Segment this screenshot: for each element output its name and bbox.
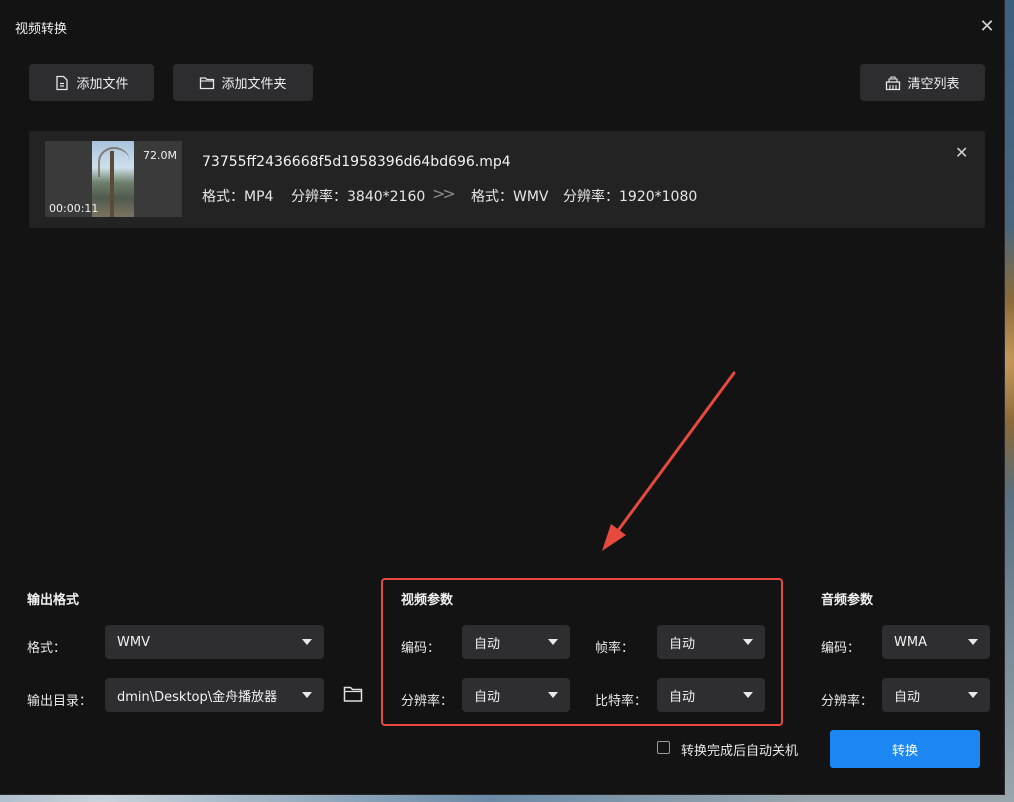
audio-params-header: 音频参数 xyxy=(821,593,874,608)
dropdown-caret-icon xyxy=(968,692,978,698)
video-convert-window: 视频转换 ✕ 添加文件 添加文件夹 清空列表 00:00:11 72.0M 73… xyxy=(0,0,1005,795)
audio-resolution-label: 分辨率： xyxy=(821,694,874,709)
add-file-button[interactable]: 添加文件 xyxy=(29,64,154,101)
output-dir-value: dmin\Desktop\金舟播放器 xyxy=(117,689,278,705)
framerate-value: 自动 xyxy=(669,636,696,652)
output-dir-select[interactable]: dmin\Desktop\金舟播放器 xyxy=(105,678,324,712)
double-chevron-right-icon: >> xyxy=(432,184,456,203)
convert-button[interactable]: 转换 xyxy=(830,730,980,768)
add-file-label: 添加文件 xyxy=(76,77,129,92)
audio-resolution-select[interactable]: 自动 xyxy=(882,678,990,712)
open-folder-icon[interactable] xyxy=(343,685,363,703)
broom-icon xyxy=(886,75,901,90)
dropdown-caret-icon xyxy=(548,692,558,698)
video-resolution-label: 分辨率： xyxy=(401,694,454,709)
audio-codec-label: 编码： xyxy=(821,641,861,656)
format-label: 格式： xyxy=(27,641,67,656)
add-folder-button[interactable]: 添加文件夹 xyxy=(173,64,313,101)
framerate-select[interactable]: 自动 xyxy=(657,625,765,659)
remove-file-icon[interactable]: ✕ xyxy=(955,143,968,162)
file-size: 72.0M xyxy=(143,149,177,162)
video-thumbnail: 00:00:11 72.0M xyxy=(45,141,182,217)
framerate-label: 帧率： xyxy=(595,641,635,656)
output-dir-label: 输出目录： xyxy=(27,694,93,709)
audio-resolution-value: 自动 xyxy=(894,689,921,705)
dropdown-caret-icon xyxy=(743,639,753,645)
target-format: 格式：WMV xyxy=(471,189,549,205)
file-icon xyxy=(56,75,69,90)
auto-shutdown-checkbox[interactable] xyxy=(657,741,670,754)
clear-list-button[interactable]: 清空列表 xyxy=(860,64,985,101)
audio-codec-value: WMA xyxy=(894,634,927,650)
bitrate-label: 比特率： xyxy=(595,694,648,709)
file-name: 73755ff2436668f5d1958396d64bd696.mp4 xyxy=(202,154,511,170)
video-codec-value: 自动 xyxy=(474,636,501,652)
audio-codec-select[interactable]: WMA xyxy=(882,625,990,659)
output-format-value: WMV xyxy=(117,634,150,650)
output-format-select[interactable]: WMV xyxy=(105,625,324,659)
target-resolution: 分辨率：1920*1080 xyxy=(563,189,698,205)
source-format: 格式：MP4 xyxy=(202,189,274,205)
dropdown-caret-icon xyxy=(548,639,558,645)
dropdown-caret-icon xyxy=(968,639,978,645)
video-resolution-select[interactable]: 自动 xyxy=(462,678,570,712)
dropdown-caret-icon xyxy=(743,692,753,698)
video-params-header: 视频参数 xyxy=(401,593,454,608)
video-codec-select[interactable]: 自动 xyxy=(462,625,570,659)
auto-shutdown-label: 转换完成后自动关机 xyxy=(681,744,799,759)
output-format-header: 输出格式 xyxy=(27,593,80,608)
dropdown-caret-icon xyxy=(302,692,312,698)
window-title: 视频转换 xyxy=(15,22,68,37)
source-resolution: 分辨率：3840*2160 xyxy=(291,189,426,205)
window-close-icon[interactable]: ✕ xyxy=(976,16,998,38)
video-codec-label: 编码： xyxy=(401,641,441,656)
clear-list-label: 清空列表 xyxy=(907,77,960,92)
bitrate-select[interactable]: 自动 xyxy=(657,678,765,712)
add-folder-label: 添加文件夹 xyxy=(221,77,287,92)
video-duration: 00:00:11 xyxy=(49,202,99,215)
dropdown-caret-icon xyxy=(302,639,312,645)
bitrate-value: 自动 xyxy=(669,689,696,705)
video-resolution-value: 自动 xyxy=(474,689,501,705)
folder-icon xyxy=(200,76,215,89)
file-list-item[interactable]: 00:00:11 72.0M 73755ff2436668f5d1958396d… xyxy=(29,131,985,228)
